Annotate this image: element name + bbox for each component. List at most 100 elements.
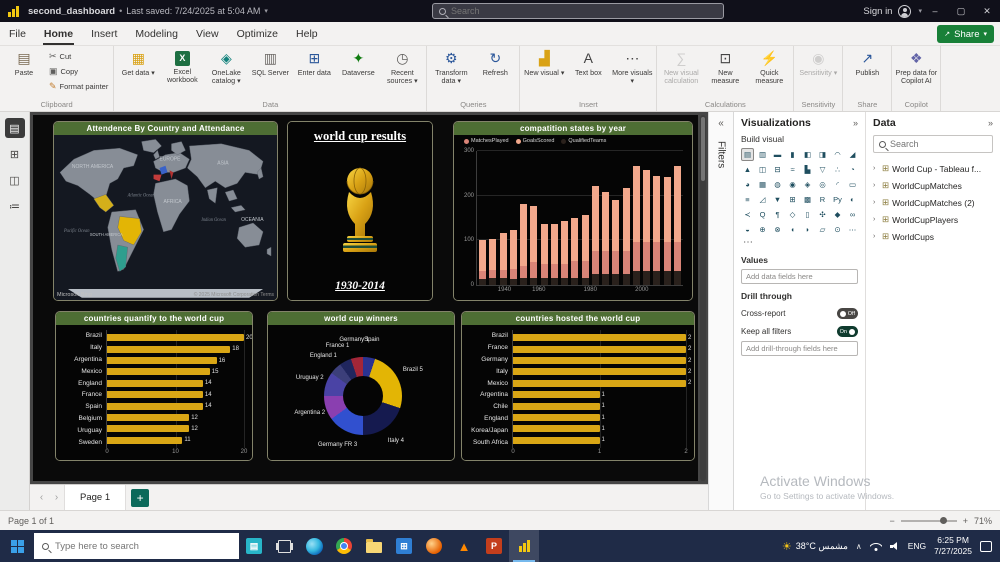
ribbon-new-visual-calculation-button[interactable]: ∑ New visual calculation — [659, 48, 703, 86]
global-search-input[interactable] — [451, 6, 723, 16]
arcgis-map-icon[interactable]: ✣ — [816, 208, 829, 221]
expand-chevron-icon[interactable]: › — [873, 199, 879, 206]
language-indicator[interactable]: ENG — [908, 541, 926, 551]
stacked-bar-1974[interactable] — [571, 151, 579, 285]
bar-south-africa[interactable]: 1 — [513, 436, 605, 444]
vlc-icon[interactable]: ▲ — [449, 530, 479, 562]
stacked-bar-1990[interactable] — [612, 151, 620, 285]
file-explorer-icon[interactable] — [359, 530, 389, 562]
menu-optimize[interactable]: Optimize — [228, 22, 287, 45]
stacked-bar-1962[interactable] — [540, 151, 548, 285]
stacked-bar-1930[interactable] — [479, 151, 486, 285]
zoom-in-button[interactable]: + — [963, 516, 968, 526]
ribbon-cut-button[interactable]: ✂ Cut — [49, 51, 108, 62]
zoom-slider[interactable] — [900, 517, 957, 524]
bar-mexico[interactable]: 15 — [107, 368, 218, 376]
report-page[interactable]: Attendence By Country and Attendance NOR… — [33, 115, 698, 481]
expand-chevron-icon[interactable]: › — [873, 182, 879, 189]
start-button[interactable] — [0, 530, 34, 562]
100-stacked-column-chart-icon[interactable]: ◨ — [816, 148, 829, 161]
field-worldcupmatches-2[interactable]: › ⊞ WorldCupMatches (2) — [873, 194, 993, 211]
stacked-bar-1958[interactable] — [530, 151, 538, 285]
ribbon-paste-button[interactable]: ▤ Paste — [2, 48, 46, 77]
keep-all-filters-toggle[interactable]: On — [836, 326, 858, 337]
ribbon-prep-data-for-copilot-ai-button[interactable]: ❖ Prep data for Copilot AI — [894, 48, 938, 86]
ribbon-onelake-catalog-button[interactable]: ◈ OneLake catalog ▾ — [204, 48, 248, 86]
bar-france[interactable]: 2 — [513, 345, 691, 353]
global-search[interactable] — [432, 3, 724, 19]
expand-chevron-icon[interactable]: › — [873, 233, 879, 240]
visual-44-icon[interactable]: ◖ — [786, 223, 799, 236]
firefox-icon[interactable] — [419, 530, 449, 562]
100-stacked-bar-chart-icon[interactable]: ◧ — [801, 148, 814, 161]
stacked-bar-2014[interactable] — [673, 151, 681, 285]
ribbon-text-box-button[interactable]: A Text box — [566, 48, 610, 77]
ribbon-copy-button[interactable]: ▣ Copy — [49, 66, 108, 77]
multi-row-card-icon[interactable]: ≡ — [741, 193, 754, 206]
bar-mexico[interactable]: 2 — [513, 379, 691, 387]
stacked-bar-2006[interactable] — [653, 151, 661, 285]
visual-attendance-map[interactable]: Attendence By Country and Attendance NOR… — [53, 121, 278, 301]
network-icon[interactable] — [870, 542, 882, 551]
pie-chart-icon[interactable]: ◔ — [846, 163, 859, 176]
menu-file[interactable]: File — [0, 22, 35, 45]
ribbon-chart-icon[interactable]: ≈ — [786, 163, 799, 176]
field-worldcupmatches[interactable]: › ⊞ WorldCupMatches — [873, 177, 993, 194]
line-and-stacked-column-chart-icon[interactable]: ◫ — [756, 163, 769, 176]
ribbon-get-data-button[interactable]: ▦ Get data ▾ — [116, 48, 160, 77]
bar-belgium[interactable]: 12 — [107, 414, 198, 422]
treemap-icon[interactable]: ▦ — [756, 178, 769, 191]
menu-modeling[interactable]: Modeling — [126, 22, 187, 45]
line-chart-icon[interactable]: ◠ — [831, 148, 844, 161]
share-chevron-icon[interactable]: ▾ — [983, 30, 987, 38]
field-worldcupplayers[interactable]: › ⊞ WorldCupPlayers — [873, 211, 993, 228]
document-title[interactable]: second_dashboard — [28, 6, 115, 17]
bar-spain[interactable]: 14 — [107, 402, 212, 410]
table-view-icon[interactable]: ⊞ — [5, 144, 25, 164]
ribbon-new-measure-button[interactable]: ⊡ New measure — [703, 48, 747, 86]
task-view-icon[interactable] — [269, 530, 299, 562]
matrix-icon[interactable]: ▩ — [801, 193, 814, 206]
stacked-bar-1998[interactable] — [632, 151, 640, 285]
powerpoint-icon[interactable]: P — [479, 530, 509, 562]
qa-visual-icon[interactable]: Q — [756, 208, 769, 221]
bing-attribution[interactable]: Microsoft Bing — [57, 292, 92, 298]
stacked-bar-chart-icon[interactable]: ▤ — [741, 148, 754, 161]
hidden-icons-chevron[interactable]: ∧ — [856, 542, 862, 551]
minimize-button[interactable]: – — [922, 0, 948, 22]
values-field-well[interactable]: Add data fields here — [741, 269, 858, 284]
ribbon-publish-button[interactable]: ↗ Publish — [845, 48, 889, 77]
visual-47-icon[interactable]: ⊙ — [831, 223, 844, 236]
visual-41-icon[interactable]: ◒ — [741, 223, 754, 236]
bar-italy[interactable]: 2 — [513, 368, 691, 376]
account-avatar[interactable] — [898, 4, 912, 18]
widgets-icon[interactable]: ▤ — [239, 530, 269, 562]
visual-43-icon[interactable]: ⊗ — [771, 223, 784, 236]
menu-view[interactable]: View — [187, 22, 228, 45]
stacked-bar-1978[interactable] — [581, 151, 589, 285]
new-page-button[interactable]: + — [131, 488, 150, 507]
bar-germany[interactable]: 2 — [513, 356, 691, 365]
ribbon-enter-data-button[interactable]: ⊞ Enter data — [292, 48, 336, 77]
bar-france[interactable]: 14 — [107, 391, 212, 399]
cross-report-toggle[interactable]: Off — [836, 308, 858, 319]
maximize-button[interactable]: ▢ — [948, 0, 974, 22]
sign-in-link[interactable]: Sign in — [863, 6, 892, 17]
stacked-bar-2010[interactable] — [663, 151, 671, 285]
menu-home[interactable]: Home — [35, 22, 82, 45]
stacked-bar-1950[interactable] — [509, 151, 517, 285]
bar-italy[interactable]: 18 — [107, 345, 239, 353]
bar-argentina[interactable]: 1 — [513, 391, 605, 399]
close-button[interactable]: ✕ — [974, 0, 1000, 22]
stacked-bar-1934[interactable] — [489, 151, 497, 285]
taskbar-search-input[interactable] — [55, 540, 231, 552]
ribbon-quick-measure-button[interactable]: ⚡ Quick measure — [747, 48, 791, 86]
key-influencers-icon[interactable]: ◐ — [846, 193, 859, 206]
ribbon-dataverse-button[interactable]: ✦ Dataverse — [336, 48, 380, 77]
more-visual-types-icon[interactable]: ⋯ — [743, 237, 858, 248]
weather-widget[interactable]: ☀ 38°C مشمس — [782, 540, 848, 553]
tmdl-view-icon[interactable]: ≔ — [5, 196, 25, 216]
visual-participations[interactable]: countries quantify to the world cup Braz… — [55, 311, 253, 461]
scatter-chart-icon[interactable]: ∴ — [831, 163, 844, 176]
bar-england[interactable]: 14 — [107, 379, 212, 387]
